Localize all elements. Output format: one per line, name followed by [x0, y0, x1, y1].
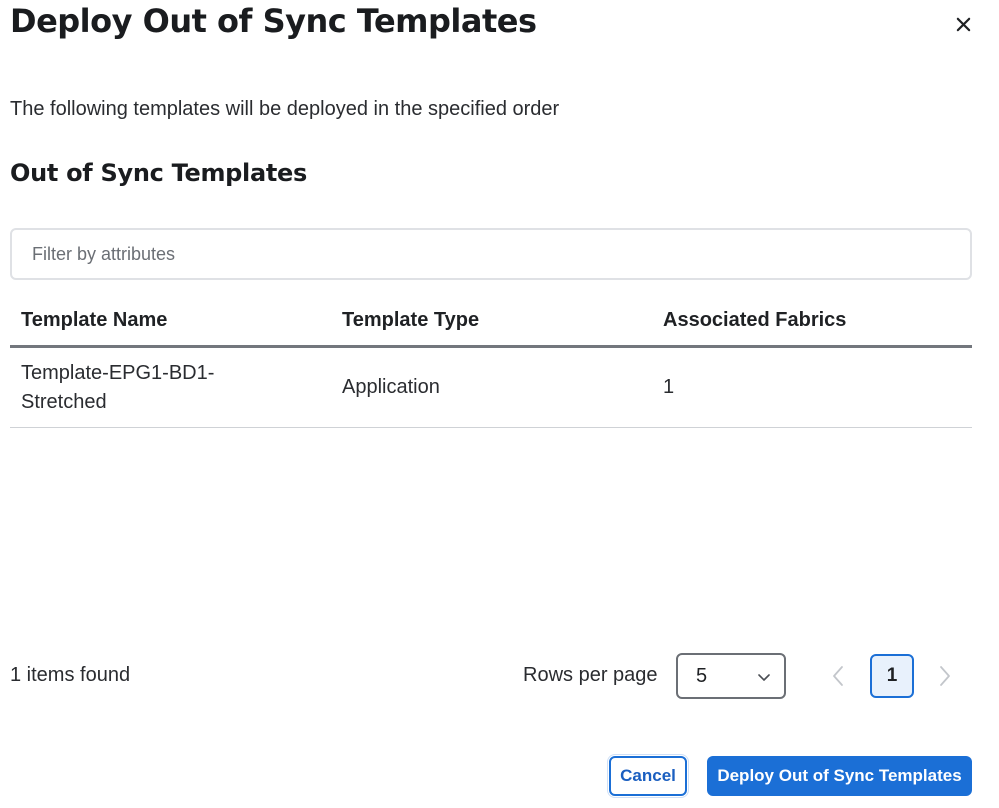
- next-page-button[interactable]: [933, 662, 957, 690]
- chevron-right-icon: [940, 666, 950, 686]
- rows-per-page-value: 5: [696, 664, 708, 687]
- items-found-count: 1 items found: [10, 664, 131, 686]
- templates-table: Template Name Template Type Associated F…: [10, 296, 972, 428]
- cell-template-name: Template-EPG1-BD1-Stretched: [21, 361, 215, 413]
- previous-page-button[interactable]: [826, 662, 850, 690]
- column-header-template-name[interactable]: Template Name: [10, 309, 331, 332]
- dialog-description: The following templates will be deployed…: [10, 98, 560, 120]
- chevron-left-icon: [833, 666, 843, 686]
- filter-input[interactable]: [10, 228, 972, 280]
- dialog-title: Deploy Out of Sync Templates: [10, 2, 537, 40]
- table-row[interactable]: Template-EPG1-BD1-Stretched Application …: [10, 348, 972, 428]
- section-title: Out of Sync Templates: [10, 159, 308, 187]
- close-button[interactable]: [949, 10, 977, 38]
- page-button-current[interactable]: 1: [870, 654, 914, 698]
- close-icon: [956, 17, 970, 31]
- rows-per-page-select[interactable]: 5: [676, 653, 786, 699]
- cancel-button[interactable]: Cancel: [609, 756, 687, 796]
- deploy-button[interactable]: Deploy Out of Sync Templates: [707, 756, 972, 796]
- cell-template-type: Application: [342, 376, 440, 398]
- table-header: Template Name Template Type Associated F…: [10, 296, 972, 348]
- rows-per-page-label: Rows per page: [523, 664, 658, 686]
- column-header-template-type[interactable]: Template Type: [331, 309, 652, 332]
- chevron-down-icon: [758, 674, 770, 681]
- column-header-associated-fabrics[interactable]: Associated Fabrics: [652, 309, 972, 332]
- cell-associated-fabrics: 1: [663, 376, 675, 398]
